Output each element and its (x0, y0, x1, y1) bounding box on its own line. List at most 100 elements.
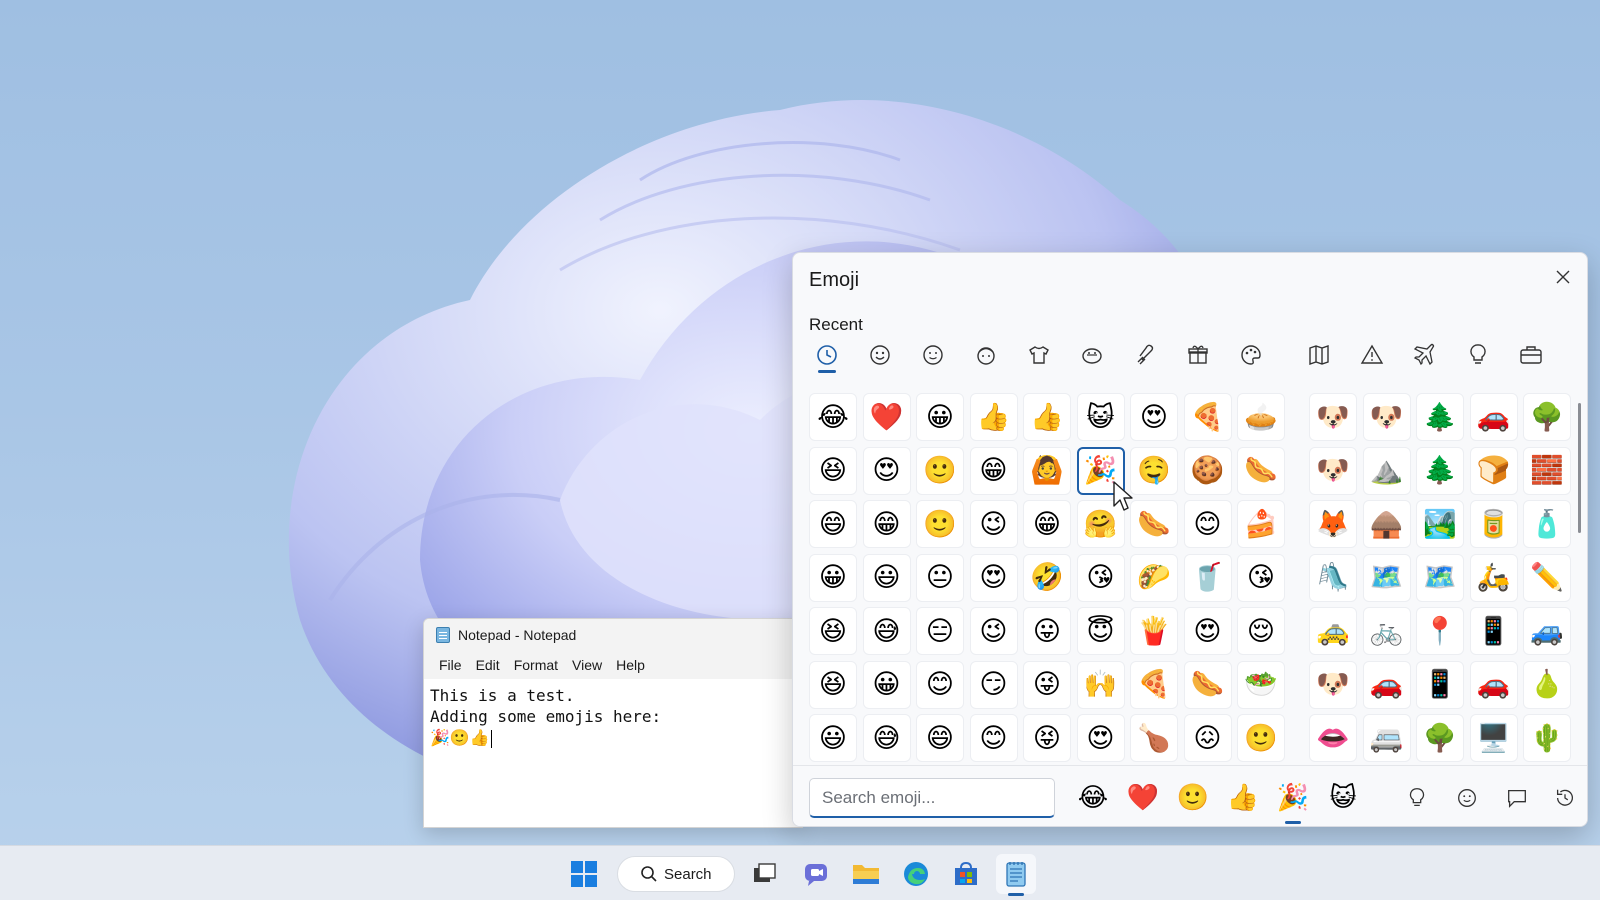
emoji-cell[interactable]: 😝 (1023, 714, 1071, 762)
emoji-cell[interactable]: 📱 (1416, 660, 1464, 709)
emoji-cell[interactable]: 😁 (969, 446, 1018, 495)
emoji-cell[interactable]: 🧱 (1523, 446, 1571, 495)
emoji-cell[interactable]: 🌭 (1237, 446, 1285, 495)
emoji-cell[interactable]: 😊 (916, 660, 964, 709)
emoji-cell[interactable]: 🐶 (1309, 446, 1357, 495)
emoji-cell[interactable]: 🌭 (1130, 500, 1178, 548)
emoji-cell[interactable]: 😀 (809, 553, 857, 602)
emoji-cell[interactable]: 🍪 (1183, 446, 1232, 495)
favorite-emoji-button[interactable]: 🙂 (1173, 778, 1213, 818)
tab-smileys[interactable] (858, 335, 902, 375)
tab-people[interactable] (964, 335, 1008, 375)
emoji-cell[interactable]: 🍗 (1130, 714, 1178, 762)
emoji-cell[interactable]: 😉 (969, 607, 1018, 655)
emoji-cell[interactable]: 🐶 (1309, 393, 1357, 441)
emoji-cell[interactable]: 🍐 (1523, 660, 1571, 709)
emoji-cell[interactable]: 😘 (1237, 553, 1285, 602)
emoji-cell[interactable]: 👍 (1023, 393, 1071, 441)
emoji-cell[interactable]: 🚗 (1362, 660, 1411, 709)
favorite-emoji-button[interactable]: 👍 (1223, 778, 1263, 818)
tab-places[interactable] (1297, 335, 1341, 375)
emoji-cell[interactable]: 🙌 (1076, 660, 1125, 709)
emoji-cell[interactable]: 😍 (862, 446, 911, 495)
emoji-cell[interactable]: 🥫 (1469, 500, 1518, 548)
emoji-cell[interactable]: 🧴 (1523, 500, 1571, 548)
menu-format[interactable]: Format (507, 654, 565, 676)
emoji-cell[interactable]: 😑 (916, 607, 964, 655)
emoji-cell[interactable]: 😁 (1023, 500, 1071, 548)
favorite-emoji-button[interactable]: ❤️ (1123, 778, 1163, 818)
emoji-cell[interactable]: 😜 (1023, 660, 1071, 709)
emoji-cell[interactable]: 😍 (969, 553, 1018, 602)
tab-faces[interactable] (911, 335, 955, 375)
emoji-cell[interactable]: 🚗 (1469, 660, 1518, 709)
emoji-cell[interactable]: 😍 (1130, 393, 1178, 441)
emoji-cell[interactable]: 🍞 (1469, 446, 1518, 495)
emoji-cell[interactable]: 🙂 (916, 500, 964, 548)
emoji-cell[interactable]: 🏞️ (1416, 500, 1464, 548)
menu-help[interactable]: Help (609, 654, 652, 676)
emoji-cell[interactable]: 🥗 (1237, 660, 1285, 709)
emoji-cell[interactable]: 📱 (1469, 607, 1518, 655)
emoji-cell[interactable]: 😛 (1023, 607, 1071, 655)
emoji-cell[interactable]: 🌲 (1416, 393, 1464, 441)
emoji-cell[interactable]: 🍕 (1183, 393, 1232, 441)
emoji-cell[interactable]: 🤣 (1023, 553, 1071, 602)
emoji-cell[interactable]: 🗺️ (1362, 553, 1411, 602)
notepad-window[interactable]: Notepad - Notepad File Edit Format View … (423, 618, 803, 828)
emoji-cell[interactable]: 😀 (862, 660, 911, 709)
start-button[interactable] (564, 854, 604, 894)
emoji-cell[interactable]: 😌 (1237, 607, 1285, 655)
favorite-emoji-button[interactable]: 🎉 (1273, 778, 1313, 818)
emoji-cell[interactable]: 😆 (809, 446, 857, 495)
emoji-cell[interactable]: 😀 (916, 393, 964, 441)
emoji-cell[interactable]: 🚲 (1362, 607, 1411, 655)
close-button[interactable] (1547, 261, 1579, 293)
menu-edit[interactable]: Edit (469, 654, 507, 676)
emoji-cell[interactable]: 😃 (809, 714, 857, 762)
footer-tab-history[interactable] (1545, 778, 1585, 818)
emoji-cell[interactable]: ❤️ (862, 393, 911, 441)
emoji-cell[interactable]: 🚐 (1362, 714, 1411, 762)
emoji-cell[interactable]: 😁 (862, 500, 911, 548)
emoji-cell[interactable]: 😅 (862, 607, 911, 655)
scrollbar-thumb[interactable] (1578, 403, 1581, 533)
tab-activities[interactable] (1229, 335, 1273, 375)
emoji-cell[interactable]: 😇 (1076, 607, 1125, 655)
emoji-cell[interactable]: 🌲 (1416, 446, 1464, 495)
tab-celebration[interactable] (1176, 335, 1220, 375)
footer-tab-faces[interactable] (1447, 778, 1487, 818)
emoji-cell[interactable]: 🌮 (1130, 553, 1178, 602)
emoji-cell[interactable]: 🌳 (1523, 393, 1571, 441)
emoji-cell[interactable]: 😂 (809, 393, 857, 441)
notepad-taskbar-button[interactable] (996, 854, 1036, 896)
emoji-cell[interactable]: 😊 (969, 714, 1018, 762)
notepad-text-area[interactable]: This is a test. Adding some emojis here:… (424, 679, 802, 754)
emoji-cell[interactable]: 😖 (1183, 714, 1232, 762)
emoji-cell[interactable]: 😍 (1076, 714, 1125, 762)
emoji-cell[interactable]: 😄 (916, 714, 964, 762)
emoji-cell[interactable]: 🥤 (1183, 553, 1232, 602)
search-input[interactable] (809, 778, 1055, 818)
tab-objects[interactable] (1456, 335, 1500, 375)
emoji-cell[interactable]: 😉 (969, 500, 1018, 548)
emoji-cell[interactable]: 🐶 (1362, 393, 1411, 441)
tab-animals[interactable] (1070, 335, 1114, 375)
tab-food[interactable] (1123, 335, 1167, 375)
menu-view[interactable]: View (565, 654, 609, 676)
emoji-cell[interactable]: 🐶 (1309, 660, 1357, 709)
emoji-cell[interactable]: 🚕 (1309, 607, 1357, 655)
tab-travel[interactable] (1403, 335, 1447, 375)
menu-file[interactable]: File (432, 654, 469, 676)
emoji-cell[interactable]: 🙂 (1237, 714, 1285, 762)
favorite-emoji-button[interactable]: 😺 (1323, 778, 1363, 818)
tab-symbols[interactable] (1350, 335, 1394, 375)
favorite-emoji-button[interactable]: 😂 (1073, 778, 1113, 818)
emoji-cell[interactable]: 🤤 (1130, 446, 1178, 495)
file-explorer-button[interactable] (846, 854, 886, 894)
emoji-cell[interactable]: 🍟 (1130, 607, 1178, 655)
emoji-cell[interactable]: 🛵 (1469, 553, 1518, 602)
footer-tab-objects[interactable] (1397, 778, 1437, 818)
emoji-cell[interactable]: 😏 (969, 660, 1018, 709)
store-button[interactable] (946, 854, 986, 894)
